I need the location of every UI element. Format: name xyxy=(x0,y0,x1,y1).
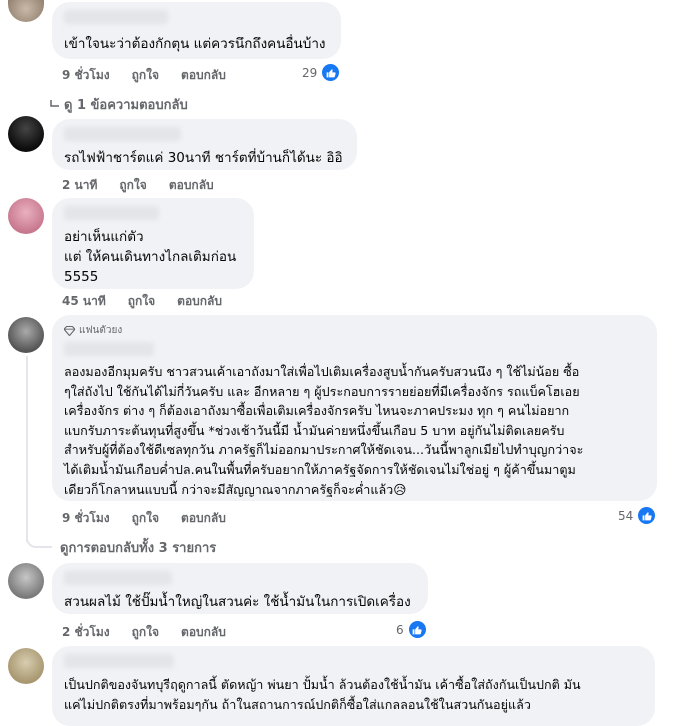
avatar[interactable] xyxy=(8,116,44,152)
reply-button[interactable]: ตอบกลับ xyxy=(181,623,226,642)
reaction-count[interactable]: 29 xyxy=(302,62,342,83)
comment-text: อย่าเห็นแก่ตัว แต่ ให้คนเดินทางไกลเติมก่… xyxy=(64,229,237,285)
comment-actions: 2 นาที ถูกใจ ตอบกลับ xyxy=(62,176,214,195)
thumbs-up-icon xyxy=(320,62,342,83)
reply-button[interactable]: ตอบกลับ xyxy=(177,292,222,311)
comment-text: สวนผลไม้ ใช้ปั๊มน้ำใหญ่ในสวนค่ะ ใช้น้ำมั… xyxy=(64,594,411,610)
comment-time[interactable]: 2 นาที xyxy=(62,176,97,195)
comment-time[interactable]: 45 นาที xyxy=(62,292,106,311)
comment-text: เป็นปกติของจันทบุรีฤดูกาลนี้ ตัดหญ้า พ่น… xyxy=(64,677,581,712)
like-button[interactable]: ถูกใจ xyxy=(132,66,159,85)
comment-time[interactable]: 2 ชั่วโมง xyxy=(62,623,110,642)
author-name-blurred[interactable] xyxy=(64,571,172,585)
top-fan-badge: แฟนตัวยง xyxy=(64,323,645,338)
comment-bubble: แฟนตัวยง ลองมองอีกมุมครับ ชาวสวนเค้าเอาถ… xyxy=(52,315,657,501)
thumbs-up-icon xyxy=(636,505,658,526)
comment-actions: 45 นาที ถูกใจ ตอบกลับ xyxy=(62,292,222,311)
comment-bubble: เป็นปกติของจันทบุรีฤดูกาลนี้ ตัดหญ้า พ่น… xyxy=(52,646,655,726)
avatar[interactable] xyxy=(8,648,44,684)
comment-time[interactable]: 9 ชั่วโมง xyxy=(62,66,110,85)
author-name-blurred[interactable] xyxy=(64,654,174,668)
like-button[interactable]: ถูกใจ xyxy=(132,623,159,642)
comment-actions: 9 ชั่วโมง ถูกใจ ตอบกลับ xyxy=(62,66,226,85)
comment-text: รถไฟฟ้าชาร์ตแค่ 30นาที ชาร์ตที่บ้านก็ได้… xyxy=(64,150,343,166)
view-replies-link[interactable]: ดู 1 ข้อความตอบกลับ xyxy=(50,94,188,115)
comment-bubble: รถไฟฟ้าชาร์ตแค่ 30นาที ชาร์ตที่บ้านก็ได้… xyxy=(52,119,357,170)
view-all-replies-label: ดูการตอบกลับทั้ง 3 รายการ xyxy=(60,541,217,556)
author-name-blurred[interactable] xyxy=(64,127,181,141)
thumbs-up-icon xyxy=(406,619,428,640)
author-name-blurred[interactable] xyxy=(64,342,154,356)
avatar[interactable] xyxy=(8,0,44,22)
reaction-count[interactable]: 6 xyxy=(396,619,428,640)
comment-bubble: เข้าใจนะว่าต้องกักตุน แต่ควรนึกถึงคนอื่น… xyxy=(52,2,341,59)
reply-button[interactable]: ตอบกลับ xyxy=(169,176,214,195)
comment-actions: 9 ชั่วโมง ถูกใจ ตอบกลับ xyxy=(62,509,226,528)
comment-bubble: อย่าเห็นแก่ตัว แต่ ให้คนเดินทางไกลเติมก่… xyxy=(52,198,254,289)
diamond-icon xyxy=(64,325,75,336)
like-button[interactable]: ถูกใจ xyxy=(132,509,159,528)
reaction-count-value: 6 xyxy=(396,622,404,637)
reply-button[interactable]: ตอบกลับ xyxy=(181,66,226,85)
view-all-replies-link[interactable]: ดูการตอบกลับทั้ง 3 รายการ xyxy=(60,537,216,558)
reaction-count-value: 54 xyxy=(618,508,634,523)
comment-text: ลองมองอีกมุมครับ ชาวสวนเค้าเอาถังมาใส่เพ… xyxy=(64,364,584,497)
reaction-count[interactable]: 54 xyxy=(618,505,658,526)
thread-line xyxy=(26,356,28,542)
avatar[interactable] xyxy=(8,317,44,353)
comment-actions: 2 ชั่วโมง ถูกใจ ตอบกลับ xyxy=(62,623,226,642)
reaction-count-value: 29 xyxy=(302,65,318,80)
comment-text: เข้าใจนะว่าต้องกักตุน แต่ควรนึกถึงคนอื่น… xyxy=(64,36,326,52)
top-fan-label: แฟนตัวยง xyxy=(79,325,123,336)
like-button[interactable]: ถูกใจ xyxy=(128,292,155,311)
author-name-blurred[interactable] xyxy=(64,206,159,220)
author-name-blurred[interactable] xyxy=(64,10,168,24)
comment-bubble: สวนผลไม้ ใช้ปั๊มน้ำใหญ่ในสวนค่ะ ใช้น้ำมั… xyxy=(52,563,428,614)
view-replies-label: ดู 1 ข้อความตอบกลับ xyxy=(64,98,188,113)
thread-curve xyxy=(26,538,52,548)
avatar[interactable] xyxy=(8,563,44,599)
comment-time[interactable]: 9 ชั่วโมง xyxy=(62,509,110,528)
reply-arrow-icon xyxy=(50,99,59,107)
like-button[interactable]: ถูกใจ xyxy=(119,176,146,195)
reply-button[interactable]: ตอบกลับ xyxy=(181,509,226,528)
avatar[interactable] xyxy=(8,198,44,234)
